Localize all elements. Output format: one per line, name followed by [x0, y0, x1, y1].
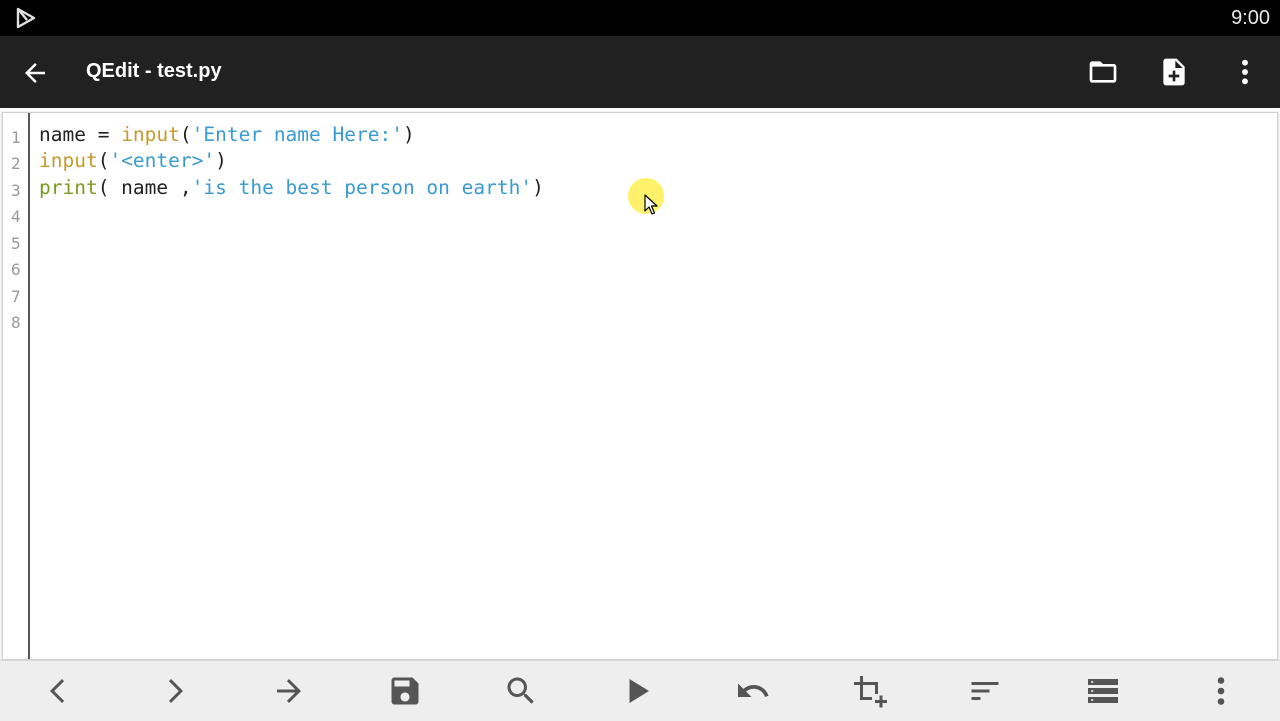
line-number: 2 — [11, 154, 21, 173]
editor-area: 1 2 3 4 5 6 7 8 name = input('Enter name… — [0, 108, 1280, 660]
line-number: 4 — [11, 207, 21, 226]
page-title: QEdit - test.py — [86, 60, 222, 82]
line-number: 5 — [11, 234, 21, 253]
mouse-pointer-icon — [644, 194, 658, 215]
new-file-icon[interactable] — [1158, 56, 1190, 88]
line-number: 6 — [11, 260, 21, 279]
arrow-back-icon[interactable] — [20, 58, 50, 88]
code-token: input — [121, 123, 180, 146]
folder-open-icon[interactable] — [1087, 56, 1119, 88]
line-number: 3 — [11, 181, 21, 200]
status-bar: 9:00 — [0, 0, 1280, 36]
run-icon[interactable] — [619, 673, 655, 709]
code-token: ( — [97, 149, 110, 172]
code-token: ) — [402, 123, 415, 146]
code-line-2[interactable]: input('<enter>') — [39, 149, 227, 172]
search-icon[interactable] — [503, 673, 539, 709]
list-icon[interactable] — [1085, 673, 1121, 709]
go-to-icon[interactable] — [271, 673, 307, 709]
line-number-gutter: 1 2 3 4 5 6 7 8 — [3, 113, 30, 659]
status-clock: 9:00 — [1231, 7, 1270, 29]
code-token: name = — [39, 123, 122, 146]
app-bar: QEdit - test.py — [0, 36, 1280, 108]
line-number: 7 — [11, 287, 21, 306]
undo-icon[interactable] — [735, 673, 771, 709]
code-token: ) — [532, 176, 544, 199]
code-token: ( — [179, 123, 192, 146]
code-token: print — [39, 176, 98, 199]
code-token: 'Enter name Here:' — [191, 123, 403, 146]
line-number: 1 — [11, 128, 21, 147]
code-token: ) — [215, 149, 227, 172]
save-icon[interactable] — [387, 673, 423, 709]
play-store-icon — [16, 7, 36, 29]
code-token: '<enter>' — [109, 149, 216, 172]
add-selection-icon[interactable] — [851, 673, 887, 709]
bottom-toolbar — [0, 660, 1280, 721]
nav-right-icon[interactable] — [156, 673, 192, 709]
nav-left-icon[interactable] — [41, 673, 77, 709]
more-vert-icon[interactable] — [1203, 673, 1239, 709]
code-token: ( name , — [97, 176, 192, 199]
more-vert-icon[interactable] — [1229, 56, 1261, 88]
line-number: 8 — [11, 313, 21, 332]
format-icon[interactable] — [967, 673, 1003, 709]
code-line-1[interactable]: name = input('Enter name Here:') — [39, 123, 415, 146]
code-line-3[interactable]: print( name ,'is the best person on eart… — [39, 176, 544, 199]
code-token: 'is the best person on earth' — [191, 176, 533, 199]
code-token: input — [39, 149, 98, 172]
